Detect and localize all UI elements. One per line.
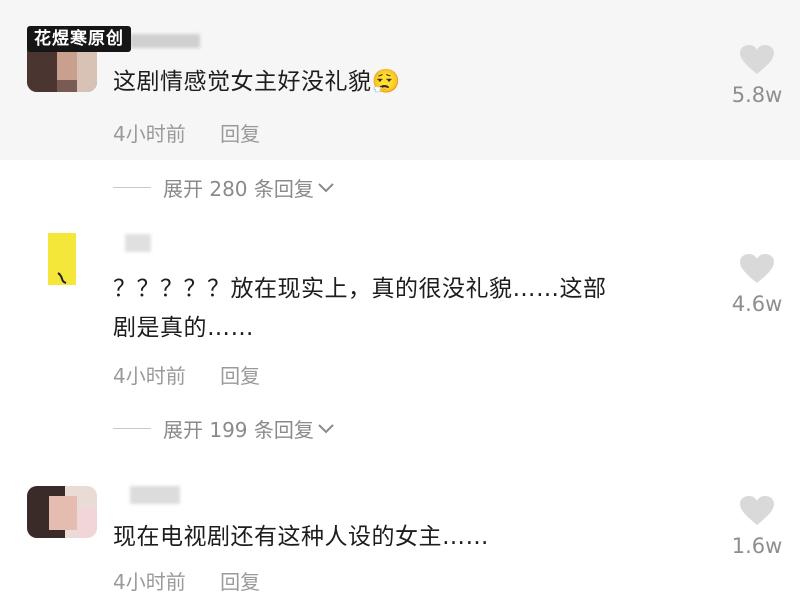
comment-item: 现在电视剧还有这种人设的女主…… 4小时前 回复 1.6w	[0, 470, 800, 609]
comment-item: 这剧情感觉女主好没礼貌😮‍💨 4小时前 回复 5.8w	[0, 0, 800, 160]
expand-replies-label: 展开 199 条回复	[163, 418, 314, 442]
heart-icon	[740, 254, 774, 283]
like-button[interactable]: 5.8w	[725, 45, 789, 107]
like-button[interactable]: 1.6w	[725, 496, 789, 558]
watermark-label: 花煜寒原创	[27, 26, 131, 52]
username-blurred[interactable]	[125, 234, 151, 252]
like-count: 5.8w	[731, 83, 783, 107]
heart-icon	[740, 45, 774, 74]
chevron-down-icon	[318, 423, 334, 433]
reply-button[interactable]: 回复	[220, 566, 260, 595]
expand-replies[interactable]: 展开 280 条回复	[113, 173, 334, 202]
comment-meta: 4小时前 回复	[113, 118, 260, 147]
like-count: 1.6w	[731, 534, 783, 558]
comment-time: 4小时前	[113, 570, 186, 594]
comment-meta: 4小时前 回复	[113, 566, 260, 595]
like-count: 4.6w	[731, 292, 783, 316]
heart-icon	[740, 496, 774, 525]
avatar[interactable]	[48, 233, 76, 285]
username-blurred[interactable]	[130, 486, 180, 504]
comment-text: 这剧情感觉女主好没礼貌😮‍💨	[113, 69, 401, 95]
reply-button[interactable]: 回复	[220, 360, 260, 389]
username-blurred[interactable]	[130, 34, 200, 48]
avatar[interactable]	[27, 486, 97, 538]
comment-text: ？？？？？放在现实上，真的很没礼貌……这部 剧是真的……	[113, 276, 607, 341]
expand-replies[interactable]: 展开 199 条回复	[113, 414, 334, 443]
expand-replies-label: 展开 280 条回复	[163, 177, 314, 201]
divider-line	[113, 187, 151, 188]
chevron-down-icon	[318, 182, 334, 192]
comment-item: ？？？？？放在现实上，真的很没礼貌……这部 剧是真的…… 4小时前 回复 4.6…	[0, 220, 800, 410]
comment-meta: 4小时前 回复	[113, 360, 260, 389]
comment-text: 现在电视剧还有这种人设的女主……	[113, 524, 489, 550]
reply-button[interactable]: 回复	[220, 118, 260, 147]
comment-time: 4小时前	[113, 122, 186, 146]
divider-line	[113, 428, 151, 429]
like-button[interactable]: 4.6w	[725, 254, 789, 316]
comment-time: 4小时前	[113, 364, 186, 388]
